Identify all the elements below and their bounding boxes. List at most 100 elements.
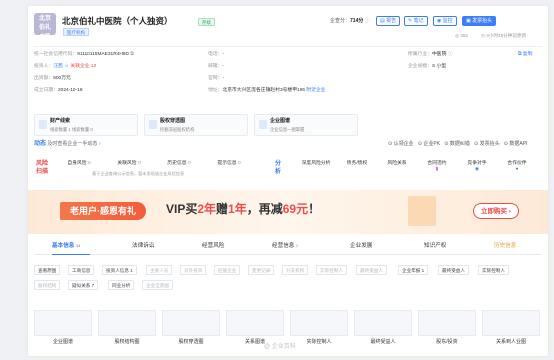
chip[interactable]: 企业年报 1 [398, 265, 429, 275]
copy-button[interactable]: ⧉ 复制 [518, 52, 532, 58]
api-link[interactable]: ⊙ 数据API [504, 141, 528, 147]
founded-row: 成立日期：2024-10-18 [34, 88, 83, 93]
doc-icon: ▤ [380, 18, 385, 24]
chip[interactable]: 工商信息 [68, 265, 95, 275]
risk-related[interactable]: 关联风险 0 [112, 161, 146, 167]
website-row: 官网：- [208, 76, 225, 81]
company-name: 北京伯礼中医院（个人独资） [62, 16, 173, 26]
views-count: ◎ 352 [455, 33, 468, 38]
help-icon[interactable]: ⓘ [365, 18, 370, 24]
feedback-link[interactable]: ⊙ 数据纠错 [444, 141, 470, 147]
chip[interactable]: 主要人员 [146, 265, 173, 275]
tab-history[interactable]: 历史信息 [494, 243, 516, 250]
company-logo: 北京 伯礼 中医 [34, 13, 56, 40]
report-button[interactable]: ▤ 报告 [376, 16, 401, 26]
capital-row: 出资额：500万元 [34, 76, 71, 81]
analysis-relation[interactable]: 风险关系 [380, 161, 414, 167]
chip[interactable]: 对外投资 [180, 265, 207, 275]
score[interactable]: 企查分：714分 ⓘ [330, 18, 370, 24]
thumb-equity-penetration[interactable]: 股权穿透图 [162, 310, 220, 346]
ad-slogan: 老用户·感恩有礼 [60, 202, 146, 220]
update-time: ◷ 3小时48分钟前更新 [481, 33, 527, 38]
asset-clue-card[interactable]: 财产线索 线索数量 1 线索数量 0 [34, 114, 138, 136]
thumb-beneficiary[interactable]: 最终受益人 [354, 310, 412, 346]
chip[interactable]: 实际控制人 [478, 265, 509, 275]
gift-illustration [408, 196, 436, 226]
clue-icon [39, 120, 47, 129]
buy-now-button[interactable]: 立即购买 › [473, 203, 519, 219]
equity-chart-card[interactable]: 股权穿透图 挖掘深层股权结构 [144, 114, 248, 136]
company-graph-card[interactable]: 企业图谱 企业信息一图掌握 [254, 114, 358, 136]
claim-link[interactable]: ⊙ 认领企业 [388, 141, 414, 147]
tab-risk[interactable]: 经营风险 [202, 243, 224, 250]
analysis-debt[interactable]: 债务/债权 [340, 161, 374, 167]
risk-self[interactable]: 自身风险 0 [62, 161, 96, 167]
tab-operations[interactable]: 经营信息 2 [272, 243, 298, 250]
analysis-partner[interactable]: 合作伙伴 ● [500, 161, 534, 173]
score-value: 714分 [350, 18, 364, 24]
analysis-label: 分析 [274, 161, 281, 175]
eye-icon: ◎ [455, 33, 460, 38]
tab-bar: 基本信息 14 法律诉讼 经营风险 经营信息 2 企业发展 知识产权 历史信息 [34, 241, 542, 255]
chart-icon: ▮ [435, 166, 439, 172]
size-row: 企业规模：S 小型 [408, 64, 447, 69]
chip[interactable]: 最终受益人 [356, 265, 387, 275]
chip[interactable]: 变更记录 [248, 265, 275, 275]
dynamic-bar[interactable]: 动态 及时查看企业一手动态 › [34, 141, 100, 149]
tab-basic-info[interactable]: 基本信息 14 [52, 243, 80, 250]
thumb-shareholder[interactable]: 股东/投资 [418, 310, 476, 346]
risk-history[interactable]: 历史信息 0 [162, 161, 196, 167]
analysis-deep[interactable]: 深度风险分析 [296, 161, 336, 167]
note-button[interactable]: ✎ 笔记 [404, 16, 428, 26]
chip[interactable]: 同业分析 [108, 280, 135, 290]
chip[interactable]: 控股企业 [214, 265, 241, 275]
chip[interactable]: 股权结构 [34, 280, 61, 290]
thumb-relation-graph[interactable]: 关系图谱 [226, 310, 284, 346]
vip-ad-banner[interactable]: 老用户·感恩有礼 VIP买2年赠1年，再减69元！ 立即购买 › [28, 190, 548, 234]
address-row: 地址：北京市大兴区庞各庄镇赵村3号楼甲165 附近企业 [208, 88, 326, 93]
logo-text: 北京 伯礼 [38, 16, 51, 31]
risk-note: 基于企业查询公示信息，暂未发现该企业风险信息 [92, 171, 185, 176]
pen-icon: ✎ [408, 18, 413, 24]
clock-icon: ◷ [481, 33, 486, 38]
receipt-icon: ▣ [466, 18, 471, 24]
chip[interactable]: 投资人信息 1 [102, 265, 137, 275]
avatar-icon: ☺ [64, 64, 70, 69]
arrow-icon: › [98, 141, 101, 147]
chip[interactable]: 实际控制人 [316, 265, 347, 275]
monitor-button[interactable]: ◉ 监控 [433, 16, 457, 26]
tab-ip[interactable]: 知识产权 [424, 243, 446, 250]
help-icon[interactable]: ⓘ [448, 52, 453, 57]
pk-link[interactable]: ⊙ 企业PK [418, 141, 440, 147]
chip[interactable]: 最终受益人 [438, 265, 469, 275]
copy-icon[interactable]: ⧉ [130, 52, 133, 57]
ad-offer: VIP买2年赠1年，再减69元！ [166, 202, 321, 216]
analysis-competitor[interactable]: 竞争对手 ◉ [460, 161, 494, 173]
invoice-link[interactable]: ⊙ 发票抬头 [474, 141, 500, 147]
chip[interactable]: 查看原图 [34, 265, 61, 275]
chip[interactable]: 企业全景图 [142, 280, 173, 290]
email-row: 邮箱：- [208, 64, 225, 69]
thumb-equity-structure[interactable]: 股权结构图 [98, 310, 156, 346]
tab-litigation[interactable]: 法律诉讼 [132, 243, 154, 250]
risk-hint[interactable]: 提示信息 0 [212, 161, 246, 167]
credit-code-row: 统一社会信用代码：91110115MAE31R4H9D ⧉ [34, 52, 134, 57]
chart-icon [149, 120, 157, 129]
risk-scan: 风险 扫描 自身风险 0 关联风险 0 历史信息 0 提示信息 0 基于企业查询公… [34, 158, 542, 184]
thumb-relation-person[interactable]: 关系到人业图 [482, 310, 540, 346]
thumb-company-graph[interactable]: 企业图谱 [34, 310, 92, 346]
graph-icon [259, 120, 267, 129]
invoice-button[interactable]: ▣ 发票抬头 [462, 16, 497, 26]
copy-icon: ⧉ [518, 52, 522, 57]
chip[interactable]: 疑似关系 7 [68, 280, 99, 290]
analysis-contract[interactable]: 合同违约 ▮ [420, 161, 454, 173]
chip[interactable]: 分支机构 [282, 265, 309, 275]
thumb-controller[interactable]: 实际控制人 [290, 310, 348, 346]
type-tag: 医疗机构 [63, 28, 89, 36]
phone-row: 电话：- [208, 52, 225, 57]
watermark: @ 企业百科 [264, 344, 296, 350]
tab-development[interactable]: 企业发展 [350, 243, 372, 250]
risk-label: 风险 扫描 [35, 161, 48, 175]
company-card: 北京 伯礼 中医 北京伯礼中医院（个人独资） 存续 医疗机构 企查分：714分 ⓘ… [28, 6, 548, 356]
handshake-icon: ● [515, 166, 519, 172]
